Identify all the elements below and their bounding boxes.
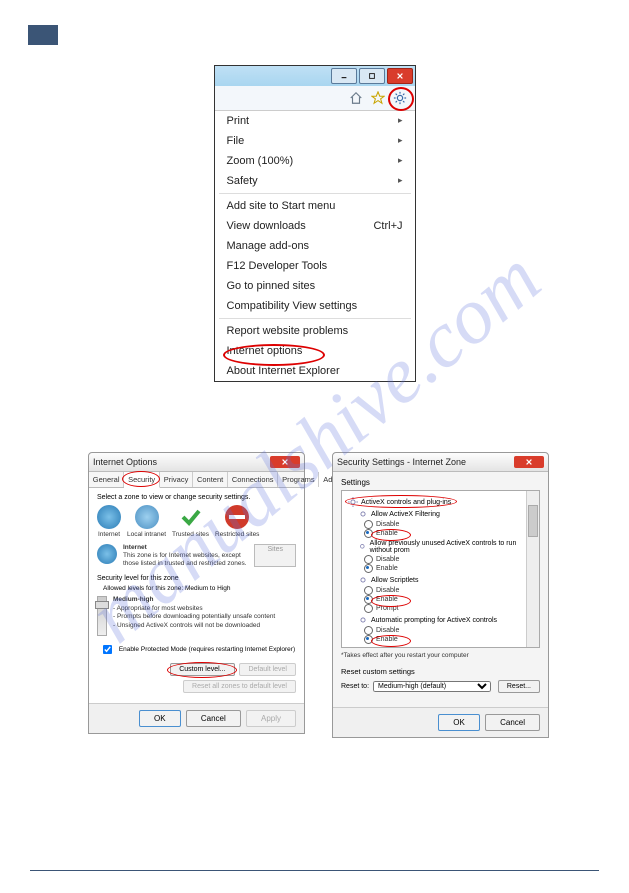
gear-icon[interactable] — [393, 91, 407, 105]
ok-button[interactable]: OK — [139, 710, 181, 727]
tab-content[interactable]: Content — [193, 472, 228, 487]
reset-button[interactable]: Reset... — [498, 680, 540, 693]
menu-separator — [219, 193, 411, 194]
dialog-title: Internet Options — [93, 457, 157, 467]
group-activex: ActiveX controls and plug-ins — [348, 497, 533, 507]
default-level-button[interactable]: Default level — [239, 663, 296, 676]
sites-button[interactable]: Sites — [254, 544, 296, 567]
gear-icon — [358, 615, 368, 625]
zone-description: Internet This zone is for Internet websi… — [97, 544, 296, 567]
maximize-button[interactable] — [359, 68, 385, 84]
zone-internet[interactable]: Internet — [97, 505, 121, 538]
protected-mode-checkbox[interactable]: Enable Protected Mode (requires restarti… — [97, 640, 296, 659]
apply-button[interactable]: Apply — [246, 710, 296, 727]
settings-tree[interactable]: ActiveX controls and plug-ins Allow Acti… — [341, 490, 540, 648]
tab-programs[interactable]: Programs — [278, 472, 319, 487]
tab-connections[interactable]: Connections — [228, 472, 278, 487]
ie-toolbar — [215, 86, 415, 111]
close-button[interactable] — [387, 68, 413, 84]
menu-item[interactable]: F12 Developer Tools — [215, 256, 415, 276]
settings-label: Settings — [341, 478, 540, 487]
chevron-right-icon: ▸ — [398, 135, 403, 147]
menu-item[interactable]: About Internet Explorer — [215, 361, 415, 381]
tab-general[interactable]: General — [89, 472, 124, 487]
close-button[interactable] — [270, 456, 300, 468]
restart-note: *Takes effect after you restart your com… — [341, 652, 540, 659]
menu-item[interactable]: Manage add-ons — [215, 236, 415, 256]
option-disable[interactable]: Disable — [364, 586, 533, 595]
option-disable[interactable]: Disable — [364, 520, 533, 529]
group-allow-unused: Allow previously unused ActiveX controls… — [358, 540, 533, 554]
option-enable[interactable]: Enable — [364, 595, 533, 604]
tab-privacy[interactable]: Privacy — [160, 472, 193, 487]
footer-rule — [30, 870, 599, 871]
zone-local-intranet[interactable]: Local intranet — [127, 505, 166, 538]
menu-item[interactable]: Zoom (100%)▸ — [215, 151, 415, 171]
menu-item[interactable]: View downloadsCtrl+J — [215, 216, 415, 236]
favorites-star-icon[interactable] — [371, 91, 385, 105]
zone-trusted[interactable]: Trusted sites — [172, 505, 209, 538]
window-titlebar — [215, 66, 415, 86]
tools-menu: Print▸ File▸ Zoom (100%)▸ Safety▸ Add si… — [215, 111, 415, 381]
scrollbar[interactable] — [526, 491, 539, 647]
option-enable[interactable]: Enable — [364, 564, 533, 573]
zone-prompt: Select a zone to view or change security… — [97, 494, 296, 501]
chevron-right-icon: ▸ — [398, 155, 403, 167]
reset-to-label: Reset to: — [341, 683, 369, 690]
reset-all-zones-button[interactable]: Reset all zones to default level — [183, 680, 296, 693]
security-settings-dialog: Security Settings - Internet Zone Settin… — [332, 452, 549, 738]
group-allow-filtering: Allow ActiveX Filtering — [358, 509, 533, 519]
chevron-right-icon: ▸ — [398, 175, 403, 187]
gear-icon — [358, 646, 368, 648]
security-level-group: Security level for this zone Allowed lev… — [97, 575, 296, 693]
menu-item[interactable]: Add site to Start menu — [215, 196, 415, 216]
option-disable[interactable]: Disable — [364, 555, 533, 564]
gear-icon — [358, 575, 368, 585]
menu-item[interactable]: Print▸ — [215, 111, 415, 131]
chevron-right-icon: ▸ — [398, 115, 403, 127]
gear-icon — [358, 542, 367, 552]
dialog-titlebar: Security Settings - Internet Zone — [333, 453, 548, 472]
menu-item-internet-options[interactable]: Internet options — [215, 341, 415, 361]
zone-row: Internet Local intranet Trusted sites Re… — [97, 505, 296, 538]
group-scriptlets: Allow Scriptlets — [358, 575, 533, 585]
close-button[interactable] — [514, 456, 544, 468]
page-corner-badge — [28, 25, 58, 45]
tab-security[interactable]: Security — [124, 472, 160, 488]
option-disable[interactable]: Disable — [364, 626, 533, 635]
option-enable[interactable]: Enable — [364, 635, 533, 644]
gear-icon — [348, 497, 358, 507]
menu-item[interactable]: Go to pinned sites — [215, 276, 415, 296]
security-slider[interactable] — [97, 596, 107, 636]
reset-to-select[interactable]: Medium-high (default) — [373, 681, 491, 692]
internet-options-dialog: Internet Options General Security Privac… — [88, 452, 305, 734]
cancel-button[interactable]: Cancel — [485, 714, 540, 731]
menu-separator — [219, 318, 411, 319]
ie-gear-menu-figure: Print▸ File▸ Zoom (100%)▸ Safety▸ Add si… — [214, 65, 416, 382]
minimize-button[interactable] — [331, 68, 357, 84]
menu-item[interactable]: File▸ — [215, 131, 415, 151]
gear-icon — [358, 509, 368, 519]
reset-group-label: Reset custom settings — [341, 667, 540, 676]
dialog-title: Security Settings - Internet Zone — [337, 457, 466, 467]
ok-button[interactable]: OK — [438, 714, 480, 731]
dialog-footer: OK Cancel — [333, 707, 548, 737]
zone-restricted[interactable]: Restricted sites — [215, 505, 259, 538]
dialog-titlebar: Internet Options — [89, 453, 304, 472]
home-icon[interactable] — [349, 91, 363, 105]
custom-level-button[interactable]: Custom level... — [170, 663, 234, 676]
menu-item[interactable]: Report website problems — [215, 321, 415, 341]
dialog-footer: OK Cancel Apply — [89, 703, 304, 733]
menu-item[interactable]: Safety▸ — [215, 171, 415, 191]
menu-item[interactable]: Compatibility View settings — [215, 296, 415, 316]
tab-strip: General Security Privacy Content Connect… — [89, 472, 304, 488]
cancel-button[interactable]: Cancel — [186, 710, 241, 727]
group-auto-prompt: Automatic prompting for ActiveX controls — [358, 615, 533, 625]
globe-icon — [97, 544, 117, 564]
option-enable[interactable]: Enable — [364, 529, 533, 538]
